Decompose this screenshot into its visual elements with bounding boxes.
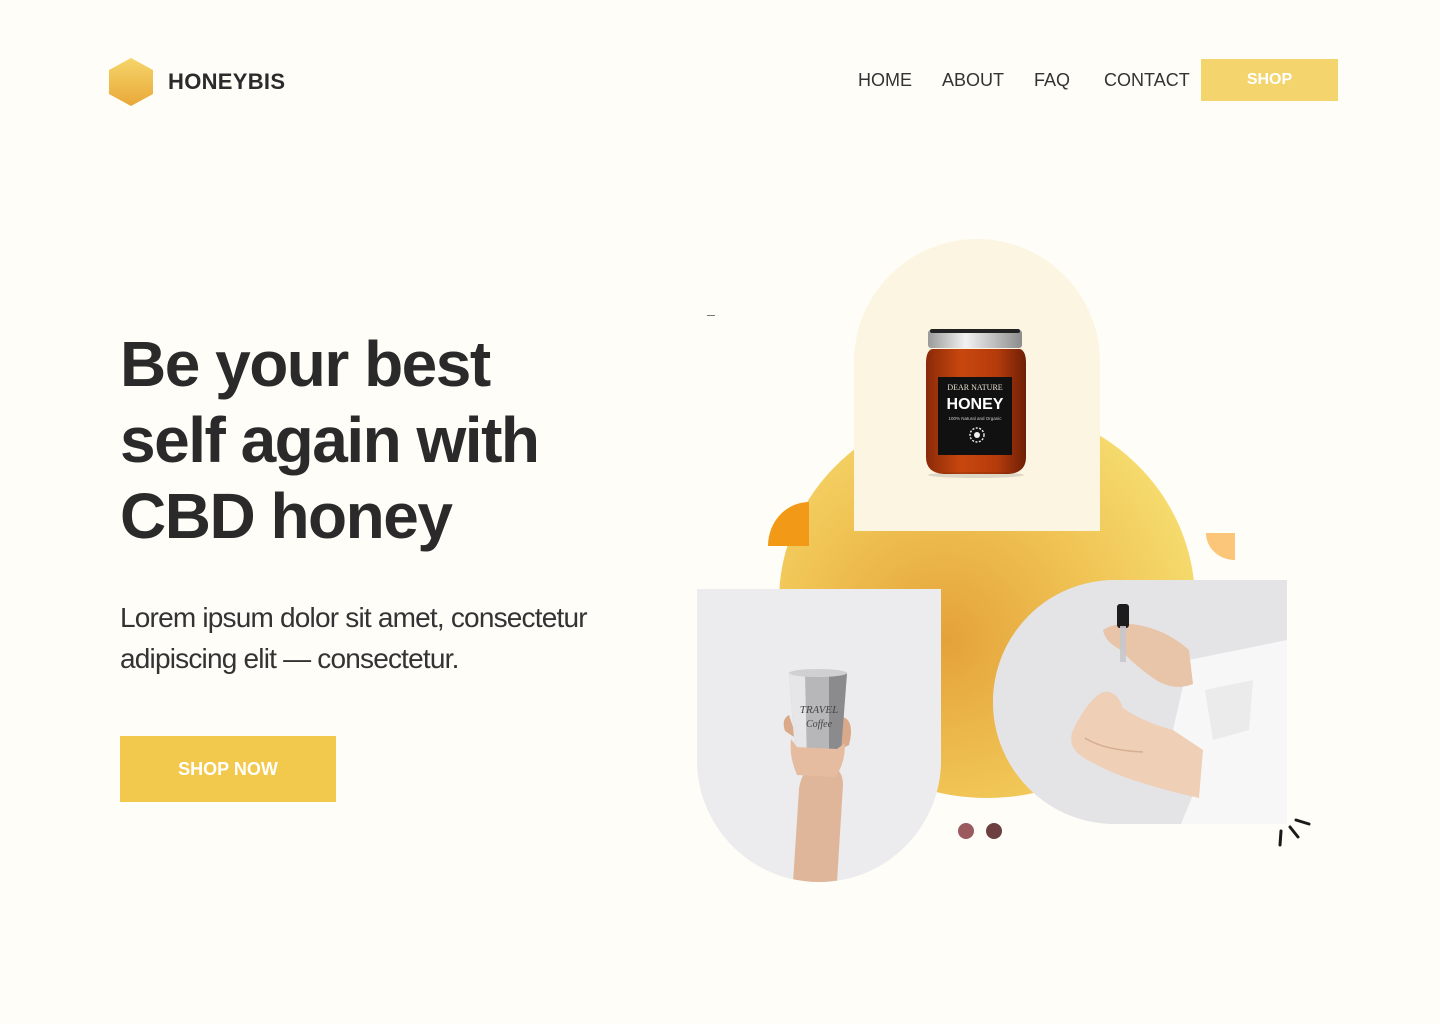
headline-line-1: Be your best [120, 328, 491, 400]
headline-line-2: self again with [120, 404, 540, 476]
honey-jar-illustration: DEAR NATURE HONEY 100% Natural and Organ… [926, 329, 1026, 478]
steel-cup-image: TRAVEL Coffee [697, 589, 941, 882]
carousel-dots [958, 823, 1002, 839]
nav-about[interactable]: ABOUT [942, 70, 1004, 91]
nav-faq[interactable]: FAQ [1034, 70, 1070, 91]
cup-print-1: TRAVEL [800, 704, 839, 716]
shop-button[interactable]: SHOP [1201, 59, 1338, 101]
cup-print-2: Coffee [806, 719, 833, 730]
jar-brand: DEAR NATURE [947, 383, 1002, 392]
brand-name: HONEYBIS [168, 69, 286, 94]
subtext-line-1: Lorem ipsum dolor sit amet, consectetur [120, 602, 588, 633]
cbd-dropper-image [993, 580, 1287, 824]
brand-logo[interactable]: HONEYBIS [108, 57, 285, 107]
peach-quarter-shape [1206, 533, 1235, 560]
honey-jar-image: DEAR NATURE HONEY 100% Natural and Organ… [854, 239, 1100, 531]
carousel-dot-2[interactable] [986, 823, 1002, 839]
hexagon-logo-icon [109, 58, 153, 106]
main-nav: HOME ABOUT FAQ CONTACT [858, 70, 1190, 91]
jar-name: HONEY [947, 396, 1004, 413]
hero-subtext: Lorem ipsum dolor sit amet, consectetur … [120, 597, 620, 679]
carousel-dot-1[interactable] [958, 823, 974, 839]
hands-with-dropper-illustration [993, 580, 1287, 824]
jar-tagline: 100% Natural and Organic [948, 416, 1002, 421]
subtext-line-2: adipiscing elit — consectetur. [120, 643, 459, 674]
orange-quarter-shape [768, 502, 809, 546]
hand-holding-cup-illustration: TRAVEL Coffee [697, 589, 941, 882]
shop-now-button[interactable]: SHOP NOW [120, 736, 336, 802]
nav-home[interactable]: HOME [858, 70, 912, 91]
nav-contact[interactable]: CONTACT [1104, 70, 1190, 91]
headline-line-3: CBD honey [120, 480, 453, 552]
decorative-dash [707, 315, 715, 316]
sparkle-icon [1278, 818, 1311, 847]
hero-headline: Be your best self again with CBD honey [120, 326, 640, 554]
